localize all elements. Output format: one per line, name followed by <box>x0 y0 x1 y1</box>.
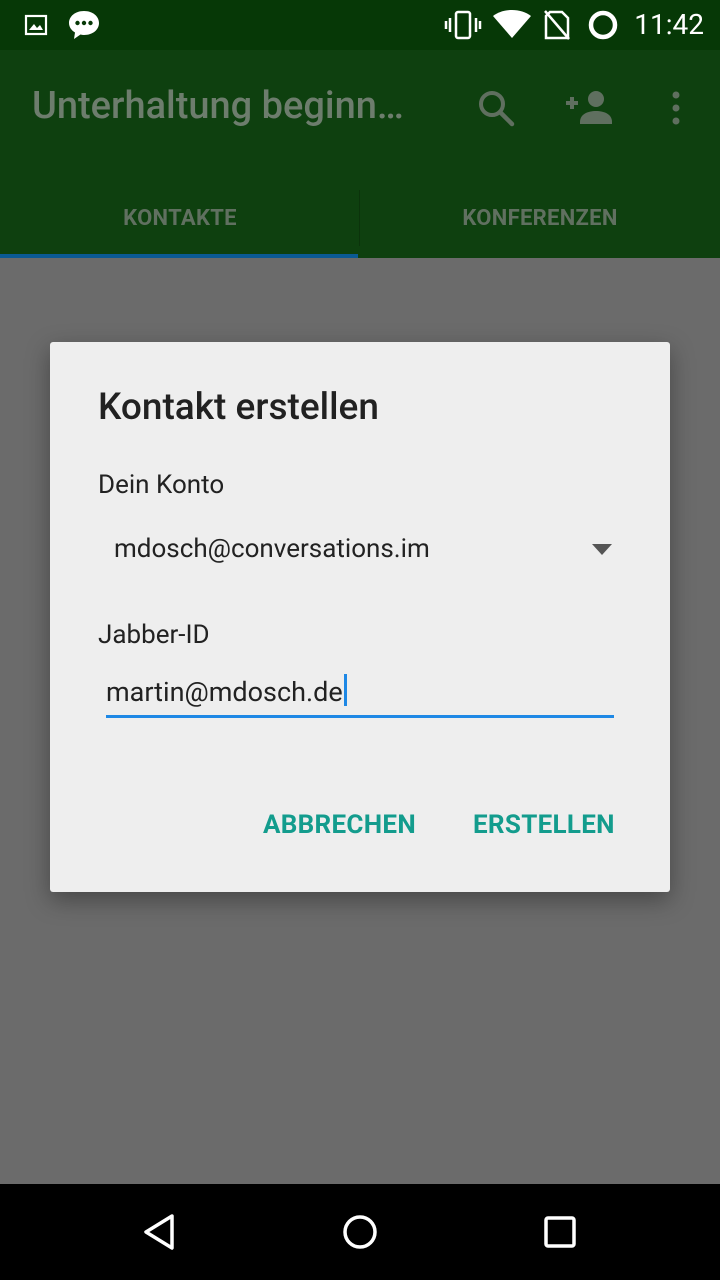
wifi-icon <box>490 0 534 50</box>
more-vert-icon[interactable] <box>648 80 704 136</box>
tab-bar: KONTAKTE KONFERENZEN <box>0 178 720 258</box>
create-contact-dialog: Kontakt erstellen Dein Konto mdosch@conv… <box>50 342 670 892</box>
search-icon[interactable] <box>468 80 524 136</box>
text-cursor <box>343 674 347 706</box>
account-label: Dein Konto <box>98 470 225 500</box>
dropdown-arrow-icon <box>592 544 612 555</box>
jabber-id-input[interactable]: martin@mdosch.de <box>106 668 614 718</box>
chat-icon <box>66 0 102 50</box>
tab-konferenzen[interactable]: KONFERENZEN <box>360 178 720 258</box>
home-icon[interactable] <box>312 1184 408 1280</box>
dialog-title: Kontakt erstellen <box>98 386 379 429</box>
account-spinner[interactable]: mdosch@conversations.im <box>98 522 622 578</box>
no-sim-icon <box>542 0 572 50</box>
jabber-id-text: martin@mdosch.de <box>106 674 347 708</box>
navigation-bar <box>0 1184 720 1280</box>
cancel-button[interactable]: ABBRECHEN <box>263 810 416 840</box>
input-underline <box>106 715 614 718</box>
jabber-id-value: martin@mdosch.de <box>106 676 343 708</box>
status-time: 11:42 <box>634 8 704 41</box>
app-bar: Unterhaltung beginn… KONTAKTE KONFERENZE… <box>0 50 720 258</box>
image-icon <box>22 0 50 50</box>
vibrate-icon <box>444 0 482 50</box>
tab-indicator <box>0 254 358 258</box>
add-person-icon[interactable] <box>562 80 618 136</box>
status-bar: 11:42 <box>0 0 720 50</box>
create-button[interactable]: ERSTELLEN <box>473 810 615 840</box>
account-value: mdosch@conversations.im <box>114 534 430 564</box>
tab-kontakte[interactable]: KONTAKTE <box>0 178 360 258</box>
jid-label: Jabber-ID <box>98 620 210 650</box>
page-title: Unterhaltung beginn… <box>32 84 404 128</box>
sync-circle-icon <box>586 0 620 50</box>
recents-icon[interactable] <box>512 1184 608 1280</box>
back-icon[interactable] <box>112 1184 208 1280</box>
